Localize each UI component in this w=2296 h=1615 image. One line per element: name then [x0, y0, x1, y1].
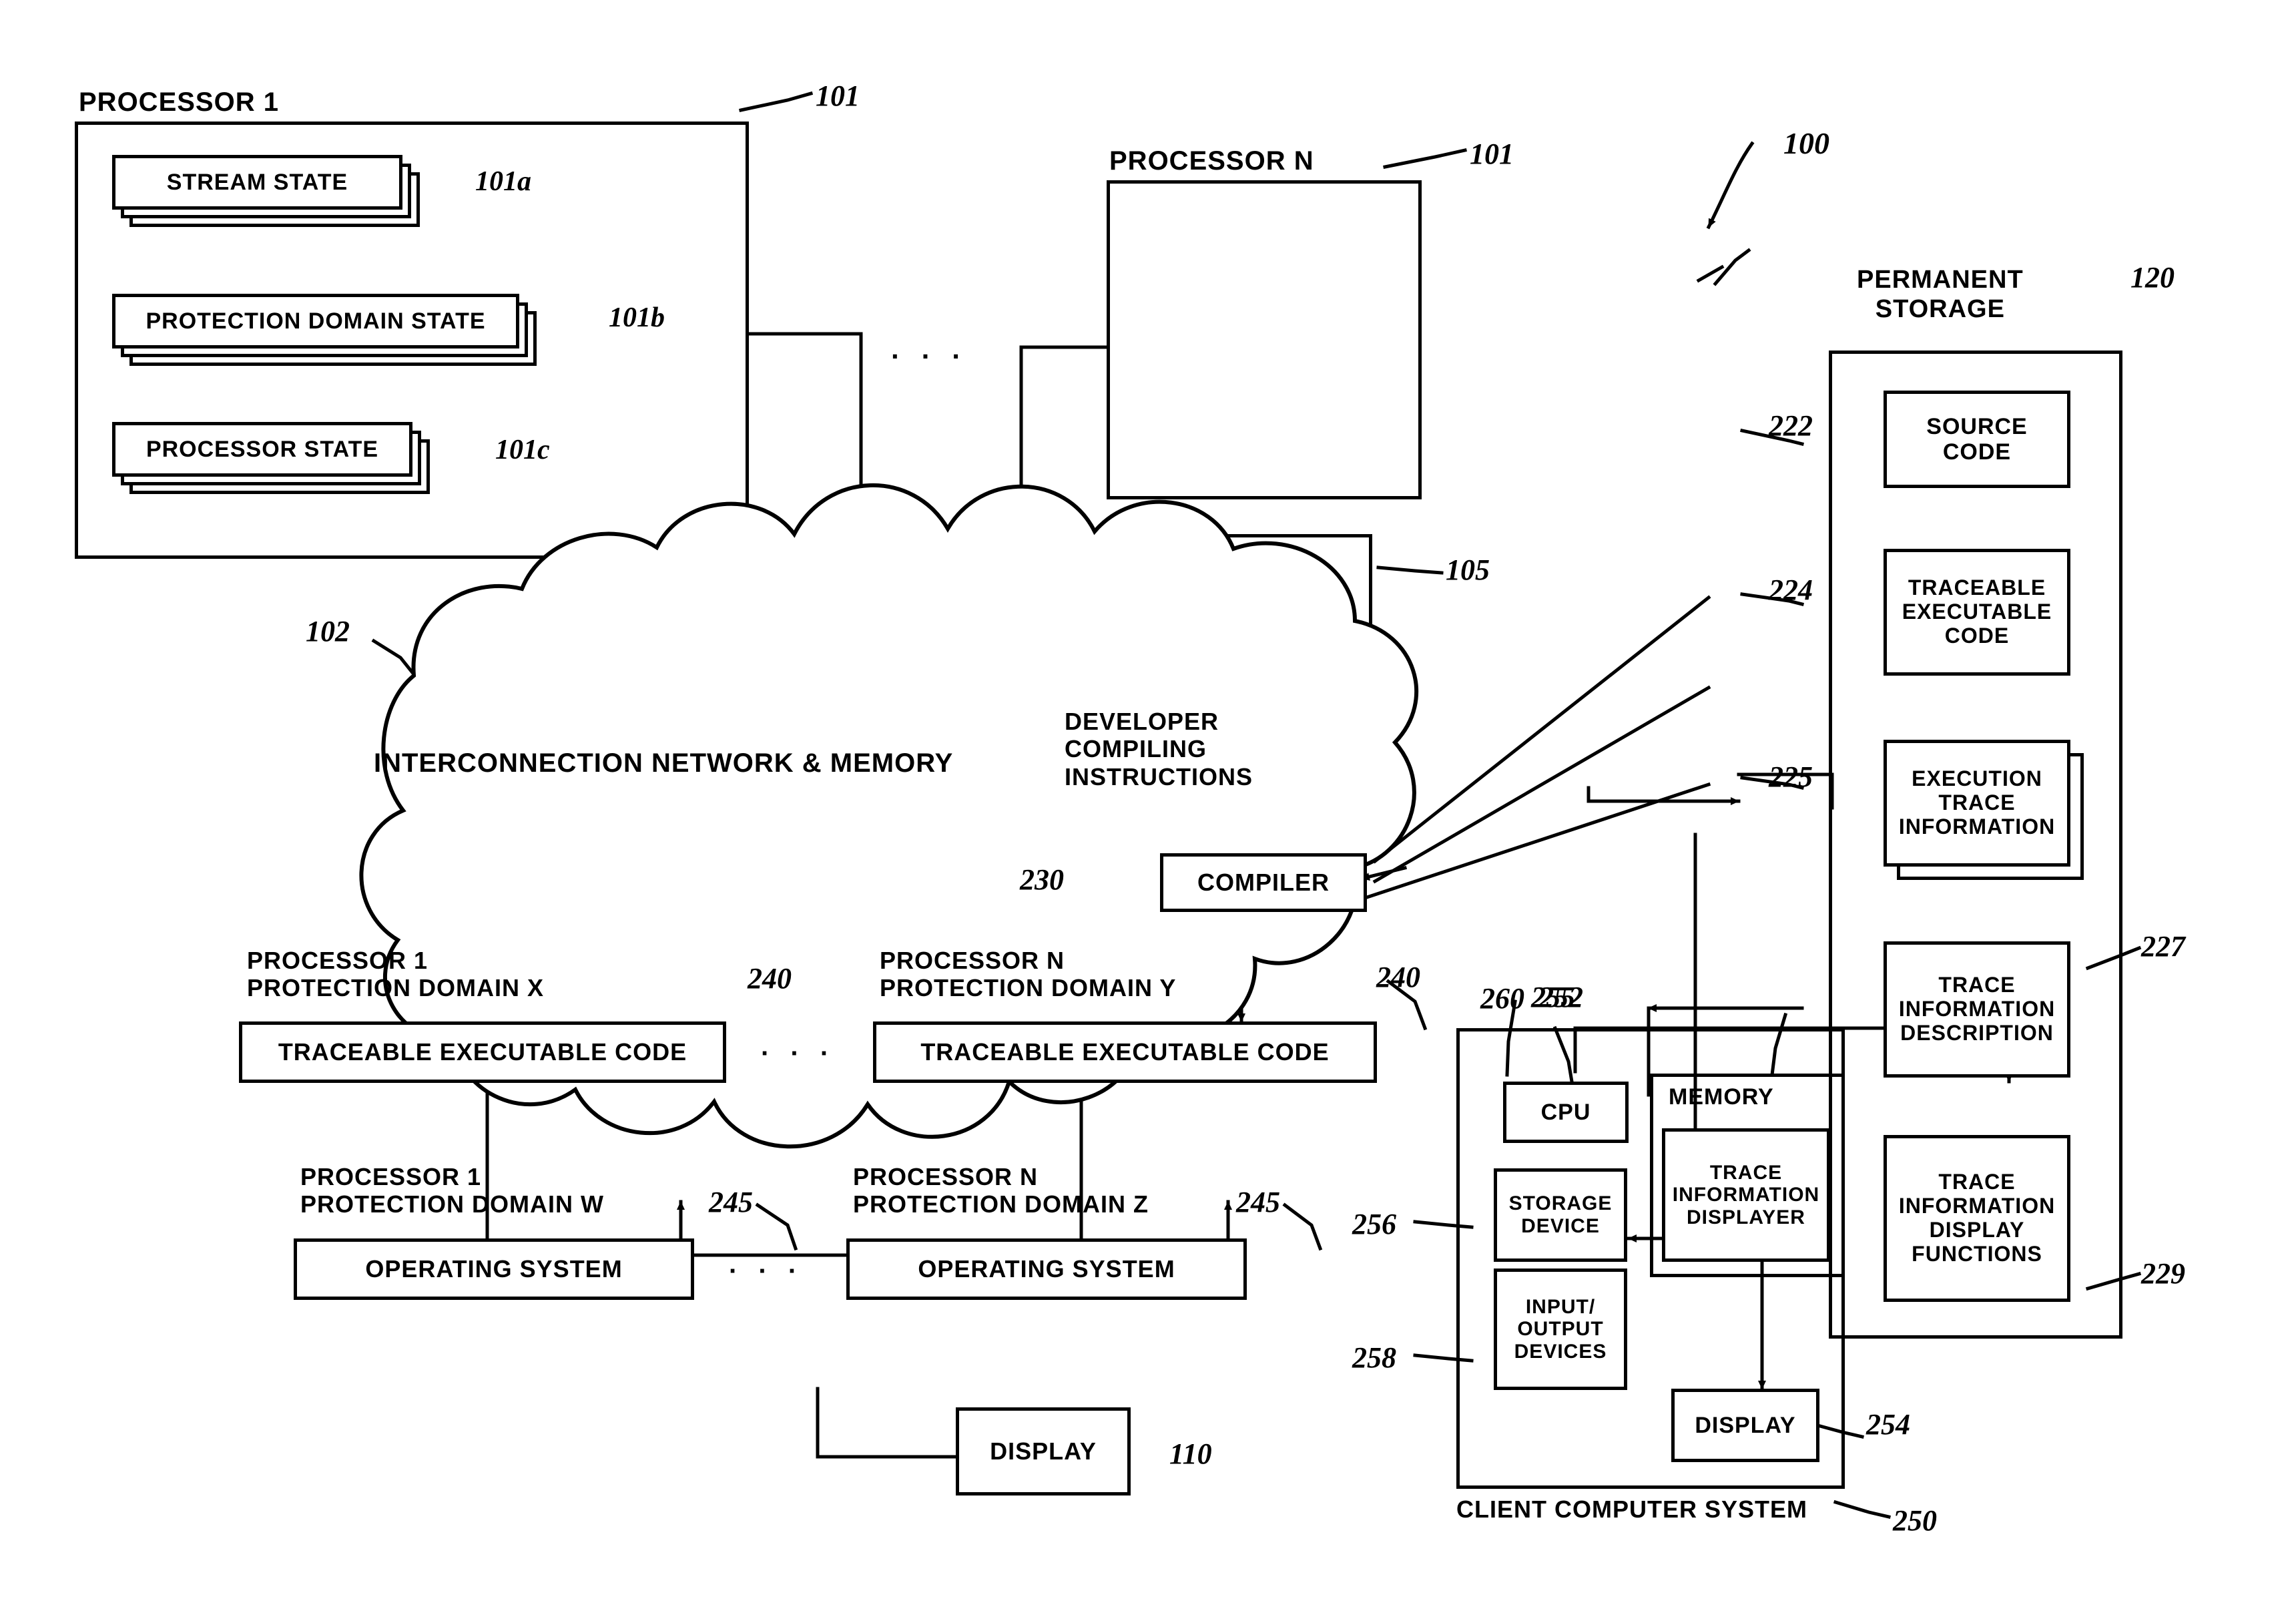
client-display-label: DISPLAY [1695, 1412, 1796, 1438]
ref-222-source-code: 222 [1769, 409, 1813, 442]
ref-225-execution-trace-information: 225 [1769, 760, 1813, 793]
execution-trace-information-label: EXECUTION TRACE INFORMATION [1898, 766, 2056, 839]
storage-device-label: STORAGE DEVICE [1508, 1192, 1613, 1237]
ref-258-input-output-devices: 258 [1352, 1341, 1396, 1374]
main-display-label: DISPLAY [990, 1437, 1097, 1465]
processor-state-label: PROCESSOR STATE [146, 436, 379, 462]
ref-245-z: 245 [1236, 1186, 1280, 1218]
trace-information-displayer-box: TRACE INFORMATION DISPLAYER [1662, 1128, 1830, 1262]
processor-n-domain-z-caption: PROCESSOR N PROTECTION DOMAIN Z [853, 1163, 1149, 1218]
trace-information-displayer-label: TRACE INFORMATION DISPLAYER [1672, 1161, 1820, 1228]
client-computer-system-title: CLIENT COMPUTER SYSTEM [1456, 1495, 1808, 1523]
ref-229-trace-information-display-functions: 229 [2141, 1257, 2185, 1290]
ref-110-display: 110 [1169, 1437, 1212, 1470]
cpu-label: CPU [1540, 1099, 1591, 1125]
ref-252-memory: 252 [1539, 981, 1583, 1013]
ref-101-processorN: 101 [1470, 138, 1514, 170]
execution-trace-information-stack: EXECUTION TRACE INFORMATION [1884, 740, 2084, 880]
processor-n-box [1107, 180, 1422, 499]
traceable-executable-code-box-y: TRACEABLE EXECUTABLE CODE [873, 1021, 1377, 1083]
execution-trace-information-box: EXECUTION TRACE INFORMATION [1884, 740, 2070, 867]
ref-102-cloud: 102 [306, 615, 350, 648]
cpu-box: CPU [1503, 1082, 1629, 1143]
ref-260-trace-information-displayer: 260 [1480, 982, 1524, 1015]
ref-100-system: 100 [1783, 126, 1829, 160]
cloud-label: INTERCONNECTION NETWORK & MEMORY [374, 748, 954, 778]
ref-101-processor1: 101 [816, 79, 860, 112]
source-code-box: SOURCE CODE [1884, 391, 2070, 488]
processor-state-box: PROCESSOR STATE [112, 422, 412, 477]
operating-system-box-z: OPERATING SYSTEM [846, 1238, 1247, 1300]
stream-state-stack: STREAM STATE [112, 155, 422, 230]
ref-120-permanent-storage: 120 [2130, 261, 2175, 294]
traceable-executable-code-storage-box: TRACEABLE EXECUTABLE CODE [1884, 549, 2070, 676]
developer-compiling-instructions-label: DEVELOPER COMPILING INSTRUCTIONS [1065, 708, 1253, 790]
trace-information-display-functions-box: TRACE INFORMATION DISPLAY FUNCTIONS [1884, 1135, 2070, 1302]
processor-1-domain-x-caption: PROCESSOR 1 PROTECTION DOMAIN X [247, 947, 545, 1002]
processor-state-stack: PROCESSOR STATE [112, 422, 433, 497]
traceable-executable-code-label-y: TRACEABLE EXECUTABLE CODE [920, 1037, 1330, 1066]
client-display-box: DISPLAY [1671, 1389, 1819, 1462]
operating-system-ellipsis: · · · [729, 1256, 804, 1286]
ref-227-trace-information-description: 227 [2141, 930, 2185, 963]
protection-domain-state-box: PROTECTION DOMAIN STATE [112, 294, 519, 349]
traceable-code-ellipsis: · · · [761, 1039, 836, 1068]
memory-label: MEMORY [1669, 1084, 1774, 1110]
compiler-label: COMPILER [1197, 868, 1330, 896]
ref-240-x: 240 [748, 962, 792, 995]
protection-domain-state-stack: PROTECTION DOMAIN STATE [112, 294, 539, 369]
compiler-box: COMPILER [1160, 853, 1367, 912]
ref-101b: 101b [609, 302, 665, 333]
processor-1-domain-w-caption: PROCESSOR 1 PROTECTION DOMAIN W [300, 1163, 604, 1218]
input-output-devices-box: INPUT/ OUTPUT DEVICES [1494, 1268, 1627, 1390]
traceable-executable-code-label-x: TRACEABLE EXECUTABLE CODE [278, 1037, 687, 1066]
ref-254-client-display: 254 [1866, 1408, 1910, 1441]
operating-system-label-w: OPERATING SYSTEM [365, 1254, 623, 1283]
processor-ellipsis: · · · [891, 340, 968, 372]
operating-system-box-w: OPERATING SYSTEM [294, 1238, 694, 1300]
traceable-executable-code-box-x: TRACEABLE EXECUTABLE CODE [239, 1021, 726, 1083]
traceable-executable-code-storage-label: TRACEABLE EXECUTABLE CODE [1902, 575, 2052, 648]
stream-state-label: STREAM STATE [166, 169, 348, 195]
ref-101a: 101a [475, 166, 531, 197]
ref-230-compiler: 230 [1020, 863, 1064, 896]
trace-information-description-label: TRACE INFORMATION DESCRIPTION [1898, 973, 2056, 1045]
source-code-label: SOURCE CODE [1926, 413, 2028, 465]
ref-101c: 101c [495, 435, 550, 465]
processor-1-title: PROCESSOR 1 [79, 87, 279, 117]
protection-domain-state-label: PROTECTION DOMAIN STATE [146, 308, 486, 334]
trace-information-description-box: TRACE INFORMATION DESCRIPTION [1884, 941, 2070, 1078]
ref-256-storage-device: 256 [1352, 1208, 1396, 1240]
ref-250-client-computer-system: 250 [1893, 1504, 1937, 1537]
stream-state-box: STREAM STATE [112, 155, 402, 210]
trace-information-display-functions-label: TRACE INFORMATION DISPLAY FUNCTIONS [1898, 1170, 2056, 1266]
processor-n-domain-y-caption: PROCESSOR N PROTECTION DOMAIN Y [880, 947, 1177, 1002]
input-output-devices-label: INPUT/ OUTPUT DEVICES [1514, 1295, 1607, 1363]
storage-device-box: STORAGE DEVICE [1494, 1168, 1627, 1262]
patent-figure: PROCESSOR 1 101 STREAM STATE 101a PROTEC… [0, 0, 2296, 1615]
processor-n-title: PROCESSOR N [1109, 146, 1314, 176]
ref-105: 105 [1446, 553, 1490, 586]
ref-240-y: 240 [1376, 961, 1420, 993]
ref-245-w: 245 [709, 1186, 753, 1218]
ref-224-traceable-executable-code: 224 [1769, 573, 1813, 606]
permanent-storage-title: PERMANENT STORAGE [1857, 266, 2024, 323]
main-display-box: DISPLAY [956, 1407, 1131, 1495]
input-devices-box: INPUT DEVICES [1117, 534, 1372, 640]
input-devices-label: INPUT DEVICES [1148, 572, 1342, 600]
operating-system-label-z: OPERATING SYSTEM [918, 1254, 1175, 1283]
